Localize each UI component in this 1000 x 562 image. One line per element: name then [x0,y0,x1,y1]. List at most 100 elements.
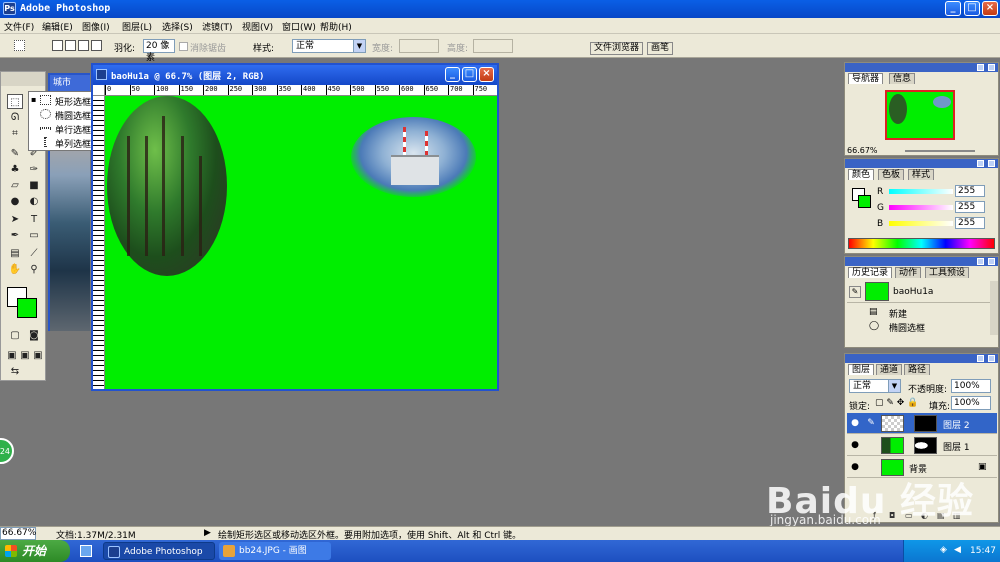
opacity-input[interactable]: 100% [951,379,991,393]
history-brush-tool[interactable]: ✑ [26,162,42,177]
color-ramp[interactable] [848,238,995,249]
height-input[interactable] [473,39,513,53]
pen-tool[interactable]: ✒ [7,228,23,243]
menu-help[interactable]: 帮助(H) [320,20,352,33]
menu-filter[interactable]: 滤镜(T) [202,20,233,33]
intersect-selection-icon[interactable] [91,40,102,51]
doc-minimize-button[interactable]: _ [445,67,460,82]
history-step[interactable]: ◯ 椭圆选框 [847,320,997,334]
healing-tool[interactable]: ✎ [7,146,23,161]
side-badge[interactable]: 24 [0,438,14,464]
navigator-zoom[interactable]: 66.67% [847,146,878,155]
document-title-bar[interactable]: baoHu1a @ 66.7% (图层 2, RGB) _ □ × [93,65,497,85]
style-select[interactable]: 正常 ▼ [292,39,366,53]
panel-minimize-icon[interactable] [977,160,984,167]
type-tool[interactable]: T [26,212,42,227]
ruler-origin[interactable] [93,85,105,96]
quickmask-mode-icon[interactable]: ◙ [26,328,42,343]
channel-g-slider[interactable] [889,205,953,210]
fill-input[interactable]: 100% [951,396,991,410]
menu-layer[interactable]: 图层(L) [122,20,152,33]
vertical-ruler[interactable] [93,96,105,389]
menu-image[interactable]: 图像(I) [82,20,110,33]
color-bg-swatch[interactable] [858,195,871,208]
gradient-tool[interactable]: ■ [26,178,42,193]
shape-tool[interactable]: ▭ [26,228,42,243]
city-window-title[interactable]: 城市 [50,75,90,91]
jump-to-imageready-icon[interactable]: ⇆ [7,364,23,379]
tab-info[interactable]: 信息 [889,73,916,84]
volume-icon[interactable]: ◀ [954,545,961,555]
eyedropper-tool[interactable]: ⟋ [26,246,42,261]
doc-maximize-button[interactable]: □ [462,67,477,82]
tool-preset-icon[interactable] [14,40,25,51]
status-zoom-input[interactable]: 66.67% [0,527,36,540]
navigator-preview[interactable] [885,90,955,140]
crop-tool[interactable]: ⌗ [7,126,23,141]
brush-link-icon[interactable]: ✎ [865,417,877,429]
menu-select[interactable]: 选择(S) [162,20,193,33]
navigator-zoom-slider[interactable] [905,150,975,152]
background-color-swatch[interactable] [17,298,37,318]
dodge-tool[interactable]: ◐ [26,194,42,209]
menu-file[interactable]: 文件(F) [4,20,34,33]
antialias-checkbox[interactable] [179,42,188,51]
panel-close-icon[interactable] [988,64,995,71]
panel-close-icon[interactable] [988,258,995,265]
doc-close-button[interactable]: × [479,67,494,82]
channel-r-slider[interactable] [889,189,953,194]
clock[interactable]: 15:47 [970,546,996,556]
rect-marquee-tool[interactable]: ⬚ [7,94,23,109]
history-brush-icon[interactable]: ✎ [849,286,861,298]
add-selection-icon[interactable] [65,40,76,51]
start-button[interactable]: 开始 [0,540,70,562]
layer-mask-thumbnail[interactable] [914,437,937,454]
tab-color[interactable]: 颜色 [848,169,875,180]
menu-window[interactable]: 窗口(W) [282,20,316,33]
lasso-tool[interactable]: ᘏ [7,110,23,125]
tab-swatches[interactable]: 色板 [878,169,905,180]
task-paint[interactable]: bb24.JPG - 画图 [219,542,331,560]
panel-minimize-icon[interactable] [977,64,984,71]
maximize-button[interactable]: □ [964,1,980,16]
zoom-tool[interactable]: ⚲ [26,262,42,277]
standard-mode-icon[interactable]: ▢ [7,328,23,343]
screen-mode-full-icon[interactable]: ▣ [30,348,46,363]
menu-view[interactable]: 视图(V) [242,20,273,33]
panel-close-icon[interactable] [988,160,995,167]
file-browser-tab[interactable]: 文件浏览器 [590,42,644,55]
quick-launch-icon[interactable] [80,545,92,557]
close-button[interactable]: × [982,1,998,16]
width-input[interactable] [399,39,439,53]
stamp-tool[interactable]: ♣ [7,162,23,177]
panel-minimize-icon[interactable] [977,355,984,362]
network-icon[interactable]: ◈ [940,545,947,555]
tab-history[interactable]: 历史记录 [848,267,893,278]
layer-mask-thumbnail[interactable] [914,415,937,432]
feather-input[interactable]: 20 像素 [143,39,175,63]
minimize-button[interactable]: _ [945,1,961,16]
eye-icon[interactable]: ● [849,417,861,429]
eraser-tool[interactable]: ▱ [7,178,23,193]
tab-styles[interactable]: 样式 [908,169,935,180]
panel-minimize-icon[interactable] [977,258,984,265]
tab-tool-presets[interactable]: 工具预设 [925,267,970,278]
blend-mode-select[interactable]: 正常 ▼ [849,379,901,393]
channel-r-input[interactable]: 255 [955,185,985,197]
tab-navigator[interactable]: 导航器 [848,73,884,84]
history-step[interactable]: ▤ 新建 [847,306,997,320]
hand-tool[interactable]: ✋ [7,262,23,277]
tab-paths[interactable]: 路径 [904,364,931,375]
channel-b-input[interactable]: 255 [955,217,985,229]
panel-close-icon[interactable] [988,355,995,362]
notes-tool[interactable]: ▤ [7,246,23,261]
blur-tool[interactable]: ● [7,194,23,209]
lock-icons[interactable]: ▢ ✎ ✥ 🔒 [875,398,918,408]
brushes-tab[interactable]: 画笔 [647,42,674,55]
menu-edit[interactable]: 编辑(E) [42,20,73,33]
channel-b-slider[interactable] [889,221,953,226]
horizontal-ruler[interactable]: 0 50 100 150 200 250 300 350 400 450 500 550 600 650 7… [105,85,497,96]
history-scrollbar[interactable] [990,281,998,335]
path-select-tool[interactable]: ➤ [7,212,23,227]
new-selection-icon[interactable] [52,40,63,51]
